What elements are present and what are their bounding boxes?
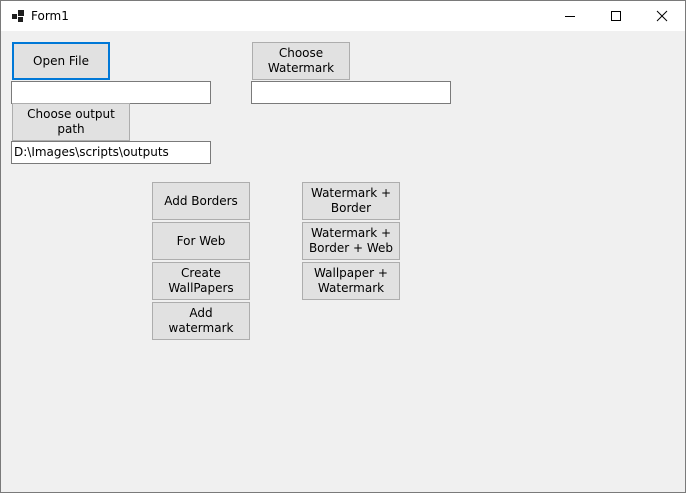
- form1-window: Form1 Open File Choose output path D:\Im…: [0, 0, 686, 493]
- add-borders-button[interactable]: Add Borders: [152, 182, 250, 220]
- wallpaper-watermark-button[interactable]: Wallpaper + Watermark: [302, 262, 400, 300]
- close-button[interactable]: [639, 1, 685, 31]
- maximize-icon: [611, 11, 621, 21]
- minimize-icon: [565, 16, 575, 17]
- close-icon: [656, 10, 668, 22]
- watermark-border-web-button[interactable]: Watermark + Border + Web: [302, 222, 400, 260]
- for-web-button[interactable]: For Web: [152, 222, 250, 260]
- window-title: Form1: [31, 9, 69, 23]
- output-path-field[interactable]: D:\Images\scripts\outputs: [11, 141, 211, 164]
- choose-output-path-button[interactable]: Choose output path: [12, 103, 130, 141]
- watermark-border-button[interactable]: Watermark + Border: [302, 182, 400, 220]
- watermark-path-field[interactable]: [251, 81, 451, 104]
- choose-watermark-button[interactable]: Choose Watermark: [252, 42, 350, 80]
- maximize-button[interactable]: [593, 1, 639, 31]
- winforms-app-icon: [12, 10, 24, 22]
- open-file-button[interactable]: Open File: [12, 42, 110, 80]
- input-file-path-field[interactable]: [11, 81, 211, 104]
- create-wallpapers-button[interactable]: Create WallPapers: [152, 262, 250, 300]
- title-bar[interactable]: Form1: [1, 1, 685, 31]
- add-watermark-button[interactable]: Add watermark: [152, 302, 250, 340]
- minimize-button[interactable]: [547, 1, 593, 31]
